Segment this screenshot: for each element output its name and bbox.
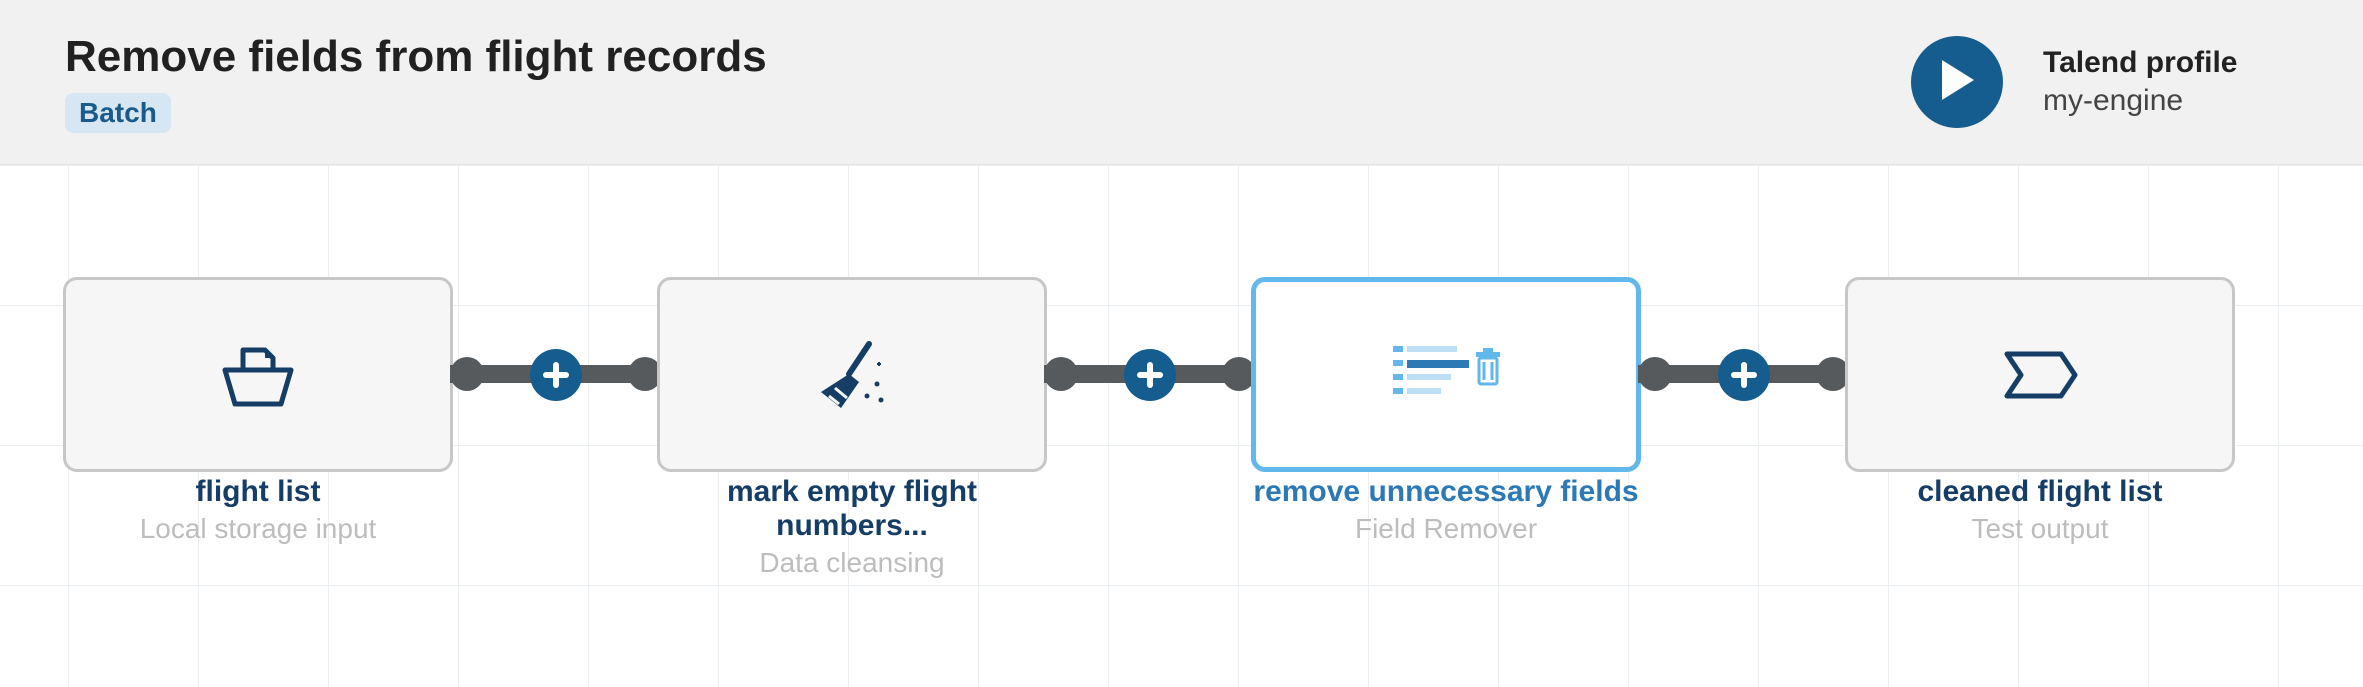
- node-subtype: Field Remover: [1251, 513, 1641, 545]
- profile-block[interactable]: Talend profile my-engine: [2043, 46, 2303, 118]
- title-block: Remove fields from flight records Batch: [65, 31, 1911, 134]
- pipeline-canvas[interactable]: flight list Local storage input mark emp…: [0, 165, 2363, 687]
- broom-icon: [807, 330, 897, 420]
- header-bar: Remove fields from flight records Batch …: [0, 0, 2363, 165]
- node-name: remove unnecessary fields: [1251, 475, 1641, 509]
- pipeline-node-label: cleaned flight list Test output: [1845, 475, 2235, 545]
- pipeline-node[interactable]: [1251, 277, 1641, 472]
- pipeline-node-label: remove unnecessary fields Field Remover: [1251, 475, 1641, 545]
- node-name: cleaned flight list: [1845, 475, 2235, 509]
- node-name: flight list: [63, 475, 453, 509]
- profile-value: my-engine: [2043, 84, 2303, 118]
- add-processor-button[interactable]: [1124, 349, 1176, 401]
- pipeline-node[interactable]: [657, 277, 1047, 472]
- profile-label: Talend profile: [2043, 46, 2303, 80]
- file-tray-icon: [213, 330, 303, 420]
- pipeline-node-label: flight list Local storage input: [63, 475, 453, 545]
- play-icon: [1940, 60, 1974, 105]
- pipeline-node[interactable]: [63, 277, 453, 472]
- field-remove-icon: [1391, 340, 1501, 410]
- node-subtype: Local storage input: [63, 513, 453, 545]
- run-button[interactable]: [1911, 36, 2003, 128]
- add-processor-button[interactable]: [1718, 349, 1770, 401]
- bookmark-out-icon: [1995, 340, 2085, 410]
- page-title: Remove fields from flight records: [65, 31, 1911, 84]
- mode-badge: Batch: [65, 93, 171, 133]
- node-subtype: Test output: [1845, 513, 2235, 545]
- add-processor-button[interactable]: [530, 349, 582, 401]
- node-subtype: Data cleansing: [657, 547, 1047, 579]
- pipeline-node[interactable]: [1845, 277, 2235, 472]
- node-name: mark empty flight numbers...: [657, 475, 1047, 543]
- pipeline-node-label: mark empty flight numbers... Data cleans…: [657, 475, 1047, 579]
